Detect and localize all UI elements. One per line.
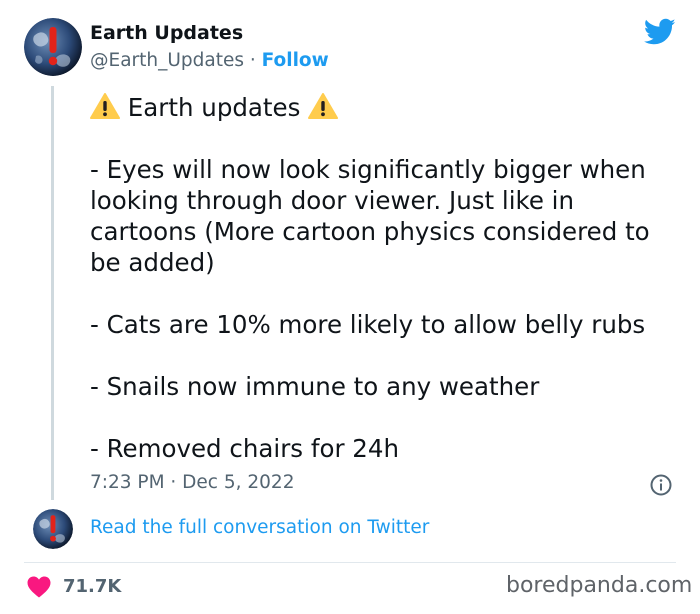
author-handle[interactable]: @Earth_Updates bbox=[90, 50, 244, 71]
watermark: boredpanda.com bbox=[506, 573, 693, 598]
handle-separator: · bbox=[244, 50, 262, 71]
tweet-paragraph: - Removed chairs for 24h bbox=[90, 434, 400, 463]
thread-line bbox=[51, 86, 54, 500]
earth-warning-icon bbox=[24, 18, 82, 76]
tweet-title: Earth updates bbox=[127, 93, 301, 122]
like-count[interactable]: 71.7K bbox=[63, 576, 121, 597]
follow-button[interactable]: Follow bbox=[262, 50, 329, 71]
earth-warning-icon bbox=[33, 509, 73, 549]
tweet-timestamp[interactable]: 7:23 PM · Dec 5, 2022 bbox=[90, 472, 294, 493]
tweet-text: Earth updates - Eyes will now look signi… bbox=[90, 92, 685, 464]
info-icon[interactable] bbox=[650, 474, 672, 496]
warning-icon bbox=[308, 93, 339, 119]
heart-icon[interactable] bbox=[27, 576, 51, 598]
author-name[interactable]: Earth Updates bbox=[90, 22, 243, 44]
tweet-title-line: Earth updates bbox=[90, 92, 685, 123]
avatar[interactable] bbox=[24, 18, 82, 76]
divider bbox=[24, 562, 676, 563]
warning-icon bbox=[90, 93, 120, 119]
avatar-small[interactable] bbox=[33, 509, 73, 549]
handle-row: @Earth_Updates · Follow bbox=[90, 50, 329, 71]
tweet-paragraph: - Cats are 10% more likely to allow bell… bbox=[90, 310, 646, 339]
tweet-paragraph: - Eyes will now look significantly bigge… bbox=[90, 155, 650, 277]
twitter-bird-icon[interactable] bbox=[644, 18, 676, 46]
read-conversation-link[interactable]: Read the full conversation on Twitter bbox=[90, 517, 429, 538]
tweet-paragraph: - Snails now immune to any weather bbox=[90, 372, 540, 401]
